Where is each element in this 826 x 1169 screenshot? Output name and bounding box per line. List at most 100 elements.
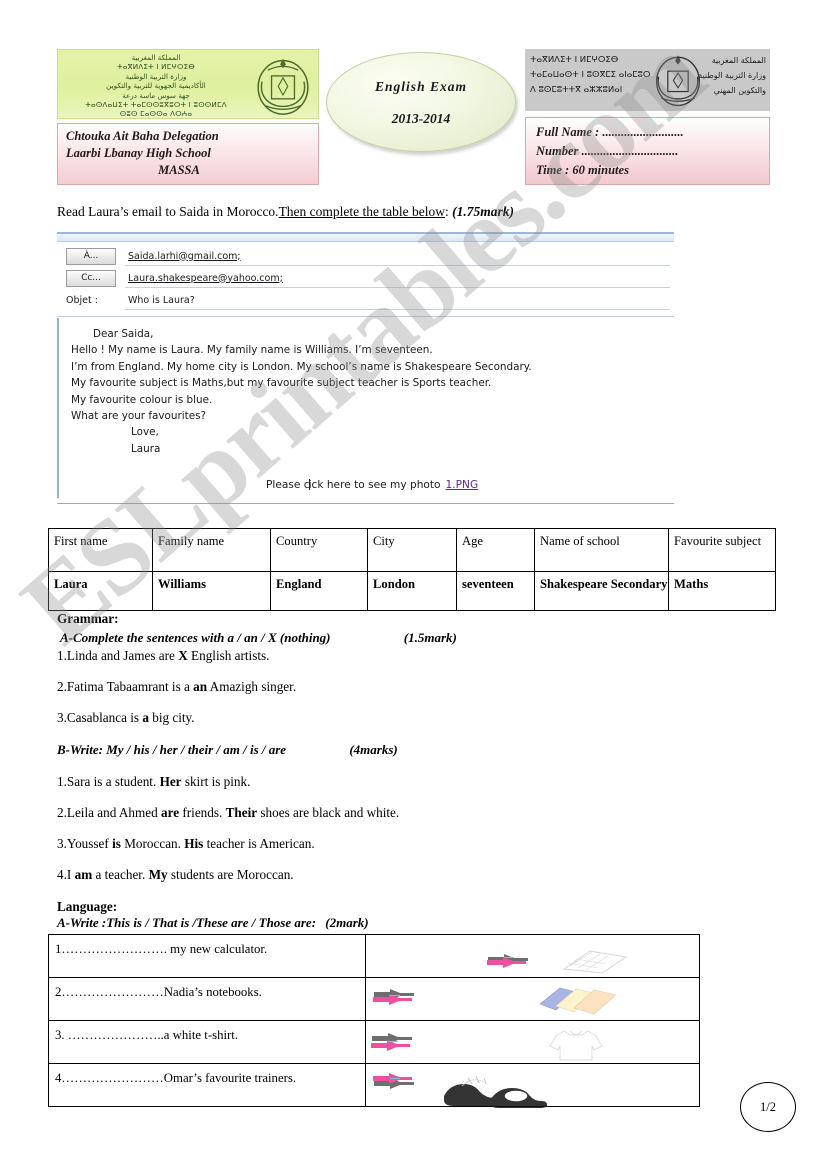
item-answer[interactable]: am	[75, 867, 93, 882]
table-answer-cell[interactable]: England	[270, 571, 368, 611]
table-answer-cell[interactable]: Laura	[48, 571, 153, 611]
table-answer-cell[interactable]: London	[367, 571, 457, 611]
ministry-left-line-6: ⵜⴰⵙⴷⴰⵡⵉⵜ ⵜⴰⵎⵙⵙⵓⴳⵓⵔⵜ ⵏ ⵓⵙⵙⵍⵎⴷ	[85, 100, 227, 110]
instruction-colon: :	[445, 204, 449, 219]
pointing-hand-icon	[373, 1073, 414, 1089]
grammar-a-item-2: 2.Fatima Tabaamrant is a an Amazigh sing…	[57, 679, 296, 695]
grammar-part-a-instruction: A-Complete the sentences with a / an / X…	[60, 630, 457, 646]
table-answer-cell[interactable]: Williams	[152, 571, 271, 611]
language-question-4[interactable]: 4……………………Omar’s favourite trainers.	[48, 1063, 366, 1107]
exam-year: 2013-2014	[391, 111, 451, 126]
email-client-screenshot: À... Saida.larhi@gmail.com; Cc... Laura.…	[57, 232, 674, 510]
email-body-line-1: Hello ! My name is Laura. My family name…	[71, 344, 433, 357]
item-text: Youssef	[66, 836, 113, 851]
language-picture-cell-2	[365, 977, 700, 1021]
email-toolbar	[57, 232, 674, 242]
email-signature: Laura	[131, 442, 161, 455]
email-body-line-3: My favourite subject is Maths,but my fav…	[71, 377, 492, 390]
table-header-cell: Favourite subject	[668, 528, 776, 572]
item-text-after: big city.	[148, 710, 195, 725]
email-body-line-5: What are your favourites?	[71, 410, 207, 423]
exam-title-oval: English Exam 2013-2014	[326, 52, 516, 152]
photo-attachment-link[interactable]: 1.PNG	[446, 479, 479, 491]
grammar-a-text: A-Complete the sentences with a / an / X…	[60, 630, 331, 645]
ministry-left-line-2: ⵜⴰⴳⵍⴷⵉⵜ ⵏ ⵍⵎⵖⵔⵉⴱ	[117, 62, 195, 72]
item-text: shoes are black and white.	[257, 805, 400, 820]
table-answer-cell[interactable]: Shakespeare Secondary	[534, 571, 669, 611]
table-header-cell: City	[367, 528, 457, 572]
item-answer[interactable]: are	[161, 805, 179, 820]
item-number: 3.	[57, 836, 67, 851]
ministry-right-arabic-1: المملكة المغربية	[711, 56, 766, 65]
language-question-2[interactable]: 2……………………Nadia’s notebooks.	[48, 977, 366, 1021]
morocco-coat-of-arms-icon	[257, 58, 309, 115]
item-text: teacher is American.	[203, 836, 315, 851]
table-header-cell: Country	[270, 528, 368, 572]
cc-button[interactable]: Cc...	[66, 270, 116, 287]
ministry-banner-right: ⵜⴰⴳⵍⴷⵉⵜ ⵏ ⵍⵎⵖⵔⵉⴱ ⵜⴰⵎⴰⵡⴰⵙⵜ ⵏ ⵓⵙⴳⵎⵉ ⴰⵏⴰⵎⵓⵔ…	[525, 49, 770, 111]
table-row: 3. …………………..a white t-shirt.	[48, 1020, 700, 1064]
item-text-before: Casablanca is	[66, 710, 143, 725]
item-number: 4.	[57, 867, 67, 882]
language-question-1[interactable]: 1……………………. my new calculator.	[48, 934, 366, 978]
item-text-after: English artists.	[187, 648, 270, 663]
number-field[interactable]: Number ...............................	[536, 142, 769, 161]
table-header-cell: Family name	[152, 528, 271, 572]
item-answer[interactable]: Their	[226, 805, 258, 820]
item-text: Moroccan.	[120, 836, 185, 851]
email-body[interactable]: Dear Saida, Hello ! My name is Laura. My…	[57, 318, 674, 498]
ministry-left-line-7: ⵙⵓⵙ ⵎⴰⵙⵙⴰ ⴷⵔⵄⴰ	[119, 109, 193, 119]
subject-label: Objet :	[66, 295, 98, 306]
school-info-box: Chtouka Ait Baha Delegation Laarbi Lbana…	[57, 123, 319, 185]
ministry-right-tifinagh-2: ⵜⴰⵎⴰⵡⴰⵙⵜ ⵏ ⵓⵙⴳⵎⵉ ⴰⵏⴰⵎⵓⵔ	[530, 70, 651, 80]
item-answer[interactable]: a	[142, 710, 149, 725]
email-header-divider	[57, 316, 674, 317]
item-text: Leila and Ahmed	[66, 805, 162, 820]
instruction-mark: (1.75mark)	[452, 204, 515, 219]
subject-input[interactable]: Who is Laura?	[125, 292, 670, 310]
table-answer-cell[interactable]: seventeen	[456, 571, 535, 611]
grammar-b-text: B-Write: My / his / her / their / am / i…	[57, 742, 287, 757]
item-answer[interactable]: X	[178, 648, 188, 663]
language-exercise-table: 1……………………. my new calculator. 2……………………N…	[48, 934, 700, 1108]
email-header-fields: À... Saida.larhi@gmail.com; Cc... Laura.…	[57, 243, 674, 315]
table-answer-cell[interactable]: Maths	[668, 571, 776, 611]
to-button[interactable]: À...	[66, 248, 116, 265]
table-row: 1……………………. my new calculator.	[48, 934, 700, 978]
grammar-a-item-1: 1.Linda and James are X English artists.	[57, 648, 269, 664]
table-header-cell: Name of school	[534, 528, 669, 572]
exam-title: English Exam	[375, 79, 467, 94]
email-closing: Love,	[131, 426, 159, 439]
language-mark: (2mark)	[325, 915, 369, 930]
email-body-line-4: My favourite colour is blue.	[71, 393, 213, 406]
time-allowed: Time : 60 minutes	[536, 163, 629, 177]
notebooks-image	[539, 987, 617, 1015]
grammar-b-mark: (4marks)	[349, 742, 398, 757]
ministry-right-tifinagh-3: ⴷ ⵓⵙⵎⵓⵜⵜⴳ ⴰⵣⵣⵓⵍⴰⵏ	[530, 85, 623, 95]
language-question-3[interactable]: 3. …………………..a white t-shirt.	[48, 1020, 366, 1064]
ministry-left-text: المملكة المغربية ⵜⴰⴳⵍⴷⵉⵜ ⵏ ⵍⵎⵖⵔⵉⴱ وزارة …	[58, 53, 254, 119]
item-text-after: Amazigh singer.	[207, 679, 297, 694]
ministry-left-line-1: المملكة المغربية	[131, 53, 181, 62]
to-input[interactable]: Saida.larhi@gmail.com;	[125, 248, 670, 266]
email-bottom-divider	[57, 503, 674, 504]
pointing-hand-icon	[371, 1033, 412, 1051]
table-row: 2……………………Nadia’s notebooks.	[48, 977, 700, 1021]
item-answer[interactable]: Her	[160, 774, 182, 789]
cc-input[interactable]: Laura.shakespeare@yahoo.com;	[125, 270, 670, 288]
photo-attachment-line: Please cick here to see my photo 1.PNG	[71, 477, 674, 493]
ministry-right-arabic: المملكة المغربية وزارة التربية الوطنية و…	[680, 53, 766, 98]
item-answer[interactable]: My	[149, 867, 168, 882]
item-answer[interactable]: an	[193, 679, 207, 694]
item-number: 1.	[57, 774, 67, 789]
item-text: Sara is a student.	[66, 774, 160, 789]
item-text: students are Moroccan.	[167, 867, 294, 882]
item-answer[interactable]: His	[184, 836, 203, 851]
delegation-name: Chtouka Ait Baha Delegation	[66, 129, 219, 143]
ministry-banner-left: المملكة المغربية ⵜⴰⴳⵍⴷⵉⵜ ⵏ ⵍⵎⵖⵔⵉⴱ وزارة …	[57, 49, 319, 119]
item-answer[interactable]: is	[112, 836, 121, 851]
language-instruction-text: A-Write :This is / That is /These are / …	[57, 915, 317, 930]
photo-text-after: ick here to see my photo	[308, 479, 441, 492]
full-name-field[interactable]: Full Name : ..........................	[536, 123, 769, 142]
grammar-b-item-2: 2.Leila and Ahmed are friends. Their sho…	[57, 805, 399, 821]
